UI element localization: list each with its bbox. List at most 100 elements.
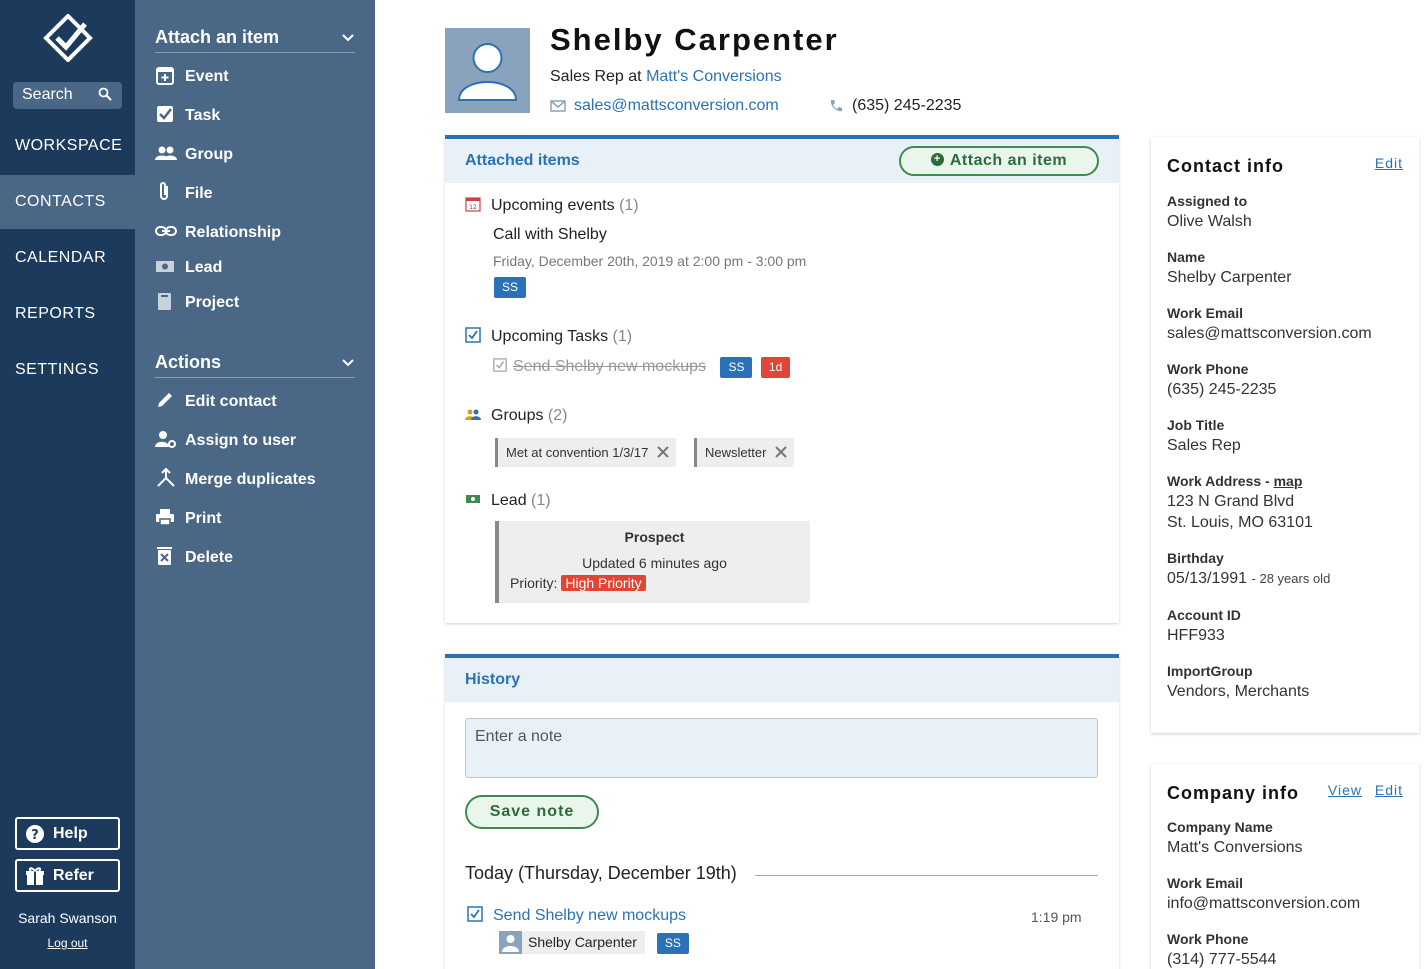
contact-info-title: Contact info	[1167, 156, 1284, 176]
event-assignee: SS	[494, 277, 527, 298]
company-info-edit-link[interactable]: Edit	[1375, 782, 1403, 798]
company-email-label: Work Email	[1167, 875, 1243, 891]
print-label: Print	[185, 510, 222, 527]
trash-icon	[157, 546, 172, 565]
refer-button[interactable]: Refer	[15, 859, 120, 892]
address-line1: 123 N Grand Blvd	[1167, 493, 1295, 510]
help-label: Help	[53, 825, 88, 842]
logout-link[interactable]: Log out	[0, 936, 135, 950]
save-note-button[interactable]: Save note	[465, 795, 599, 829]
group-icon	[155, 146, 177, 160]
attach-task[interactable]: Task	[155, 104, 220, 128]
event-icon	[156, 66, 174, 85]
contact-email[interactable]: sales@mattsconversion.com	[550, 97, 779, 115]
upcoming-tasks-label: Upcoming Tasks	[491, 328, 609, 345]
attach-group[interactable]: Group	[155, 143, 233, 167]
contact-email-text: sales@mattsconversion.com	[574, 97, 779, 114]
contact-chip[interactable]: Shelby Carpenter	[499, 931, 645, 954]
contact-info-edit-link[interactable]: Edit	[1375, 155, 1403, 171]
app-logo-icon[interactable]	[43, 14, 93, 62]
import-group-label: ImportGroup	[1167, 663, 1253, 679]
edit-contact-action[interactable]: Edit contact	[155, 390, 277, 414]
actions-heading[interactable]: Actions	[155, 352, 355, 378]
attach-lead-label: Lead	[185, 259, 223, 276]
group-chip[interactable]: Met at convention 1/3/17	[495, 438, 677, 467]
attach-event[interactable]: Event	[155, 65, 229, 89]
company-name-value: Matt's Conversions	[1167, 839, 1303, 856]
account-id-value: HFF933	[1167, 627, 1225, 644]
assigned-label: Assigned to	[1167, 193, 1248, 209]
company-info-view-link[interactable]: View	[1328, 782, 1362, 798]
nav-reports[interactable]: REPORTS	[0, 287, 135, 341]
contact-phone-text: (635) 245-2235	[852, 97, 962, 114]
lead-priority: Priority: High Priority	[510, 575, 646, 591]
attach-heading[interactable]: Attach an item	[155, 27, 355, 53]
remove-icon[interactable]	[774, 445, 788, 459]
search-icon	[98, 87, 112, 101]
attach-task-label: Task	[185, 107, 221, 124]
person-icon	[457, 43, 518, 101]
checkbox-checked-icon	[465, 327, 481, 343]
task-title: Send Shelby new mockups	[513, 358, 706, 375]
search-box[interactable]: Search	[13, 82, 122, 109]
search-label: Search	[22, 86, 73, 103]
task-row[interactable]: Send Shelby new mockups SS 1d	[493, 357, 791, 378]
print-action[interactable]: Print	[155, 507, 221, 531]
remove-icon[interactable]	[656, 445, 670, 459]
attach-project[interactable]: Project	[155, 291, 239, 315]
attach-file[interactable]: File	[155, 181, 213, 206]
map-link[interactable]: map	[1274, 473, 1303, 489]
group-chip-label: Met at convention 1/3/17	[506, 445, 649, 460]
contact-phone[interactable]: (635) 245-2235	[828, 97, 961, 115]
company-link[interactable]: Matt's Conversions	[646, 68, 782, 85]
contact-name: Shelby Carpenter	[550, 22, 839, 57]
contact-info-card: Contact info Edit Assigned to Olive Wals…	[1151, 137, 1419, 733]
lead-card[interactable]: Prospect Updated 6 minutes ago Priority:…	[495, 521, 810, 603]
event-title[interactable]: Call with Shelby	[493, 226, 607, 244]
note-input[interactable]: Enter a note	[465, 718, 1098, 778]
help-icon: ?	[26, 825, 44, 843]
upcoming-events-section: 12 Upcoming events (1)	[465, 197, 639, 215]
company-email-value[interactable]: info@mattsconversion.com	[1167, 895, 1360, 913]
groups-label: Groups	[491, 407, 544, 424]
edit-contact-label: Edit contact	[185, 393, 277, 410]
groups-icon	[465, 409, 481, 420]
user-name: Sarah Swanson	[18, 910, 117, 926]
task-assignee-badge: SS	[720, 357, 753, 378]
help-button[interactable]: ? Help	[15, 817, 120, 850]
work-email-label: Work Email	[1167, 305, 1243, 321]
contact-chip-label: Shelby Carpenter	[528, 934, 637, 950]
history-entry: Send Shelby new mockups	[467, 906, 686, 925]
nav-workspace[interactable]: WORKSPACE	[0, 119, 135, 173]
nav-contacts[interactable]: CONTACTS	[0, 175, 135, 229]
person-icon	[499, 931, 522, 954]
group-chip[interactable]: Newsletter	[694, 438, 795, 467]
work-phone-value[interactable]: (635) 245-2235	[1167, 381, 1276, 399]
assignee-badge: SS	[656, 933, 689, 954]
assign-user-label: Assign to user	[185, 432, 297, 449]
delete-label: Delete	[185, 549, 234, 566]
chevron-down-icon	[342, 34, 354, 42]
history-title: History	[465, 671, 521, 688]
birthday-label: Birthday	[1167, 550, 1224, 566]
attach-group-label: Group	[185, 146, 233, 163]
work-email-value[interactable]: sales@mattsconversion.com	[1167, 325, 1372, 343]
nav-settings[interactable]: SETTINGS	[0, 343, 135, 397]
history-card: History Enter a note Save note Today (Th…	[445, 654, 1119, 969]
merge-duplicates-action[interactable]: Merge duplicates	[155, 467, 316, 492]
history-entry-contact: Shelby Carpenter SS	[499, 931, 689, 954]
upcoming-tasks-section: Upcoming Tasks (1)	[465, 327, 632, 346]
attach-lead[interactable]: Lead	[155, 256, 222, 280]
delete-action[interactable]: Delete	[155, 546, 233, 570]
assign-user-action[interactable]: Assign to user	[155, 429, 296, 453]
group-chip-label: Newsletter	[705, 445, 767, 460]
attach-relationship[interactable]: Relationship	[155, 221, 281, 245]
history-entry-title[interactable]: Send Shelby new mockups	[493, 907, 686, 924]
attach-item-button[interactable]: + Attach an item	[899, 146, 1099, 176]
nav-calendar[interactable]: CALENDAR	[0, 231, 135, 285]
task-check-icon	[493, 357, 507, 372]
lead-label: Lead	[491, 492, 527, 509]
birthday-value: 05/13/1991 - 28 years old	[1167, 570, 1330, 588]
attach-event-label: Event	[185, 68, 229, 85]
company-phone-value[interactable]: (314) 777-5544	[1167, 951, 1276, 969]
